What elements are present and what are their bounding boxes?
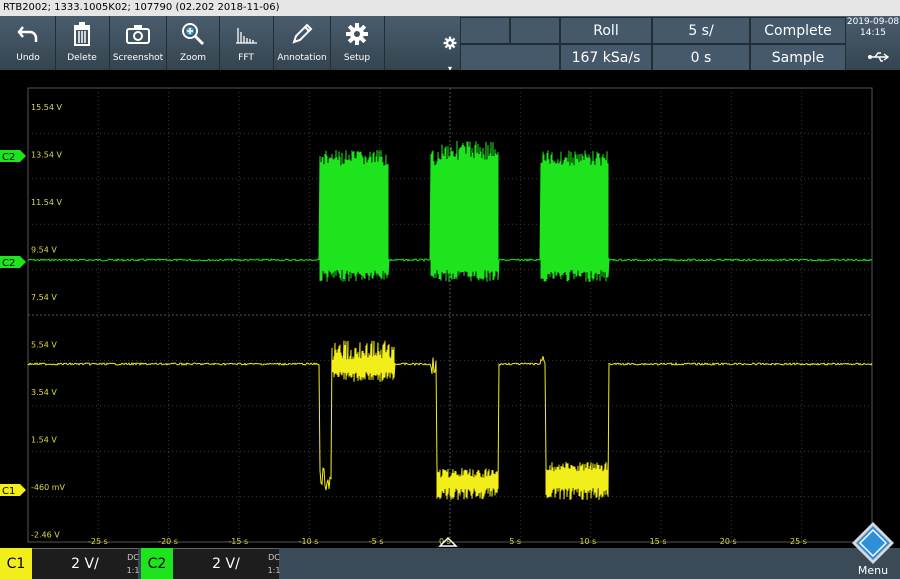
acquisition-type[interactable]: Sample (750, 44, 846, 71)
datetime: 2019-09-08 14:15 (846, 17, 900, 45)
window-title: RTB2002; 1333.1005K02; 107790 (02.202 20… (0, 0, 900, 16)
y-tick-label: 13.54 V (31, 151, 62, 160)
y-tick-label: 1.54 V (31, 436, 57, 445)
zoom-icon (179, 22, 207, 46)
x-tick-label: 10 s (579, 537, 596, 546)
timebase-value[interactable]: 5 s/ (652, 17, 750, 44)
fft-button[interactable]: FFT (220, 16, 272, 70)
x-tick-label: 5 s (509, 537, 521, 546)
undo-button[interactable]: Undo (2, 16, 54, 70)
screenshot-button[interactable]: Screenshot (110, 16, 166, 70)
channel-2-coupling: DC 1:1 (267, 553, 281, 575)
trash-icon (68, 22, 96, 46)
x-tick-label: -25 s (88, 537, 108, 546)
x-tick-label: -10 s (299, 537, 319, 546)
y-tick-label: 5.54 V (31, 341, 57, 350)
setup-button[interactable]: Setup (331, 16, 383, 70)
waveform-display[interactable]: 15.54 V 13.54 V 11.54 V 9.54 V 7.54 V 5.54 V 3… (0, 70, 900, 548)
channel-1-coupling: DC 1:1 (126, 553, 140, 575)
menu-button[interactable]: Menu (846, 520, 900, 579)
fft-icon (232, 22, 260, 46)
zoom-button[interactable]: Zoom (167, 16, 219, 70)
channel-bar: C1 2 V/ DC 1:1 C2 2 V/ DC 1:1 (0, 548, 900, 579)
time: 14:15 (860, 28, 886, 38)
status-blank-2 (510, 17, 560, 44)
date: 2019-09-08 (846, 17, 900, 27)
gear-icon (343, 22, 371, 46)
svg-text:C2: C2 (2, 152, 15, 163)
trigger-offset[interactable]: 0 s (652, 44, 750, 71)
x-tick-label: -20 s (158, 537, 178, 546)
pen-icon (288, 22, 316, 46)
acquisition-settings-button[interactable]: ▾ (440, 16, 460, 73)
y-tick-label: 9.54 V (31, 246, 57, 255)
gear-icon (443, 36, 457, 50)
status-blank-3 (460, 44, 560, 71)
x-tick-label: -15 s (228, 537, 248, 546)
y-tick-label: 11.54 V (31, 198, 62, 207)
y-tick-label: 15.54 V (31, 103, 62, 112)
sample-rate: 167 kSa/s (560, 44, 652, 71)
camera-icon (124, 22, 152, 46)
annotation-button[interactable]: Annotation (274, 16, 330, 70)
delete-button[interactable]: Delete (56, 16, 108, 70)
channel-2-scale[interactable]: 2 V/ (173, 548, 279, 579)
channel-2-tag[interactable]: C2 (141, 548, 173, 579)
channel-1-tag[interactable]: C1 (0, 548, 32, 579)
channel-1-scale[interactable]: 2 V/ (32, 548, 138, 579)
svg-text:C1: C1 (2, 486, 15, 497)
svg-text:C2: C2 (2, 258, 15, 269)
x-tick-label: 15 s (650, 537, 667, 546)
status-blank-1 (460, 17, 510, 44)
acquisition-state[interactable]: Complete (750, 17, 846, 44)
y-tick-label: -460 mV (31, 483, 65, 492)
x-tick-label: 25 s (790, 537, 807, 546)
y-tick-label: 7.54 V (31, 293, 57, 302)
y-tick-label: -2.46 V (31, 531, 60, 540)
undo-icon (14, 22, 42, 46)
y-tick-label: 3.54 V (31, 388, 57, 397)
x-tick-label: 20 s (720, 537, 737, 546)
mode-roll[interactable]: Roll (560, 17, 652, 44)
rs-logo-icon (852, 522, 894, 564)
usb-icon (868, 48, 890, 67)
x-tick-label: -5 s (369, 537, 384, 546)
